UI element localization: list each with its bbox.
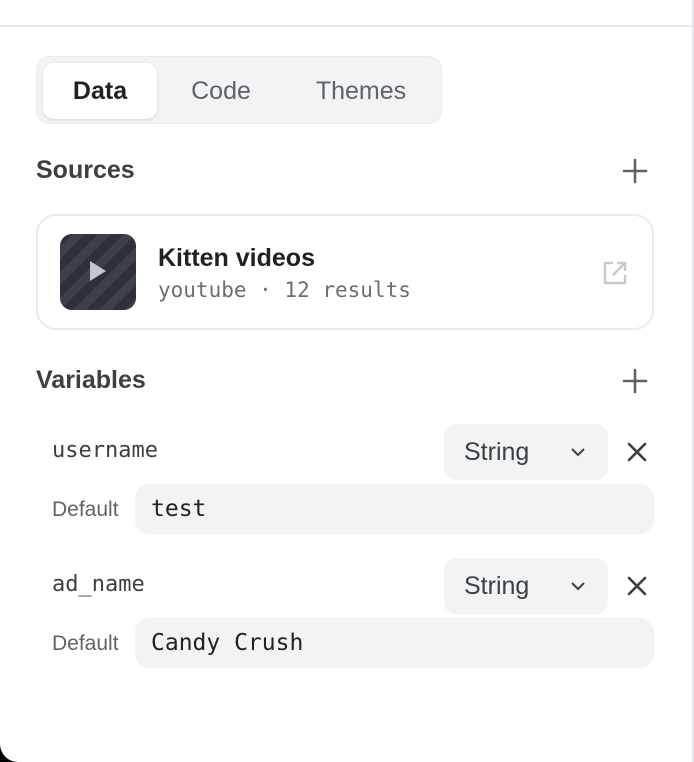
add-variable-button[interactable] — [620, 366, 650, 396]
chevron-down-icon — [571, 448, 585, 457]
tab-code[interactable]: Code — [167, 63, 275, 119]
play-icon — [90, 261, 106, 281]
tab-bar: Data Code Themes — [36, 56, 442, 124]
close-icon — [627, 576, 647, 596]
source-card[interactable]: Kitten videos youtube · 12 results — [36, 214, 654, 330]
source-name: Kitten videos — [158, 244, 315, 272]
variable-name: ad_name — [52, 572, 145, 597]
source-meta: youtube · 12 results — [158, 278, 411, 302]
variable-name: username — [52, 438, 158, 463]
top-divider — [0, 25, 694, 27]
add-source-button[interactable] — [620, 156, 650, 186]
variable-type-select[interactable]: String — [444, 558, 608, 614]
chevron-down-icon — [571, 582, 585, 591]
data-panel: Data Code Themes Sources Kitten videos y… — [0, 0, 694, 762]
default-label: Default — [52, 632, 119, 655]
tab-data[interactable]: Data — [43, 63, 157, 119]
tab-themes[interactable]: Themes — [289, 63, 433, 119]
plus-icon — [622, 158, 648, 184]
close-icon — [627, 442, 647, 462]
remove-variable-button[interactable] — [624, 573, 650, 599]
sources-heading: Sources — [36, 156, 135, 184]
variables-heading: Variables — [36, 366, 146, 394]
variable-type-value: String — [464, 438, 530, 466]
default-label: Default — [52, 498, 119, 521]
remove-variable-button[interactable] — [624, 439, 650, 465]
variable-type-select[interactable]: String — [444, 424, 608, 480]
plus-icon — [622, 368, 648, 394]
external-link-icon[interactable] — [602, 260, 628, 291]
variable-type-value: String — [464, 572, 530, 600]
default-value-input[interactable]: test — [135, 484, 654, 534]
source-thumbnail — [60, 234, 136, 310]
default-value-input[interactable]: Candy Crush — [135, 618, 654, 668]
